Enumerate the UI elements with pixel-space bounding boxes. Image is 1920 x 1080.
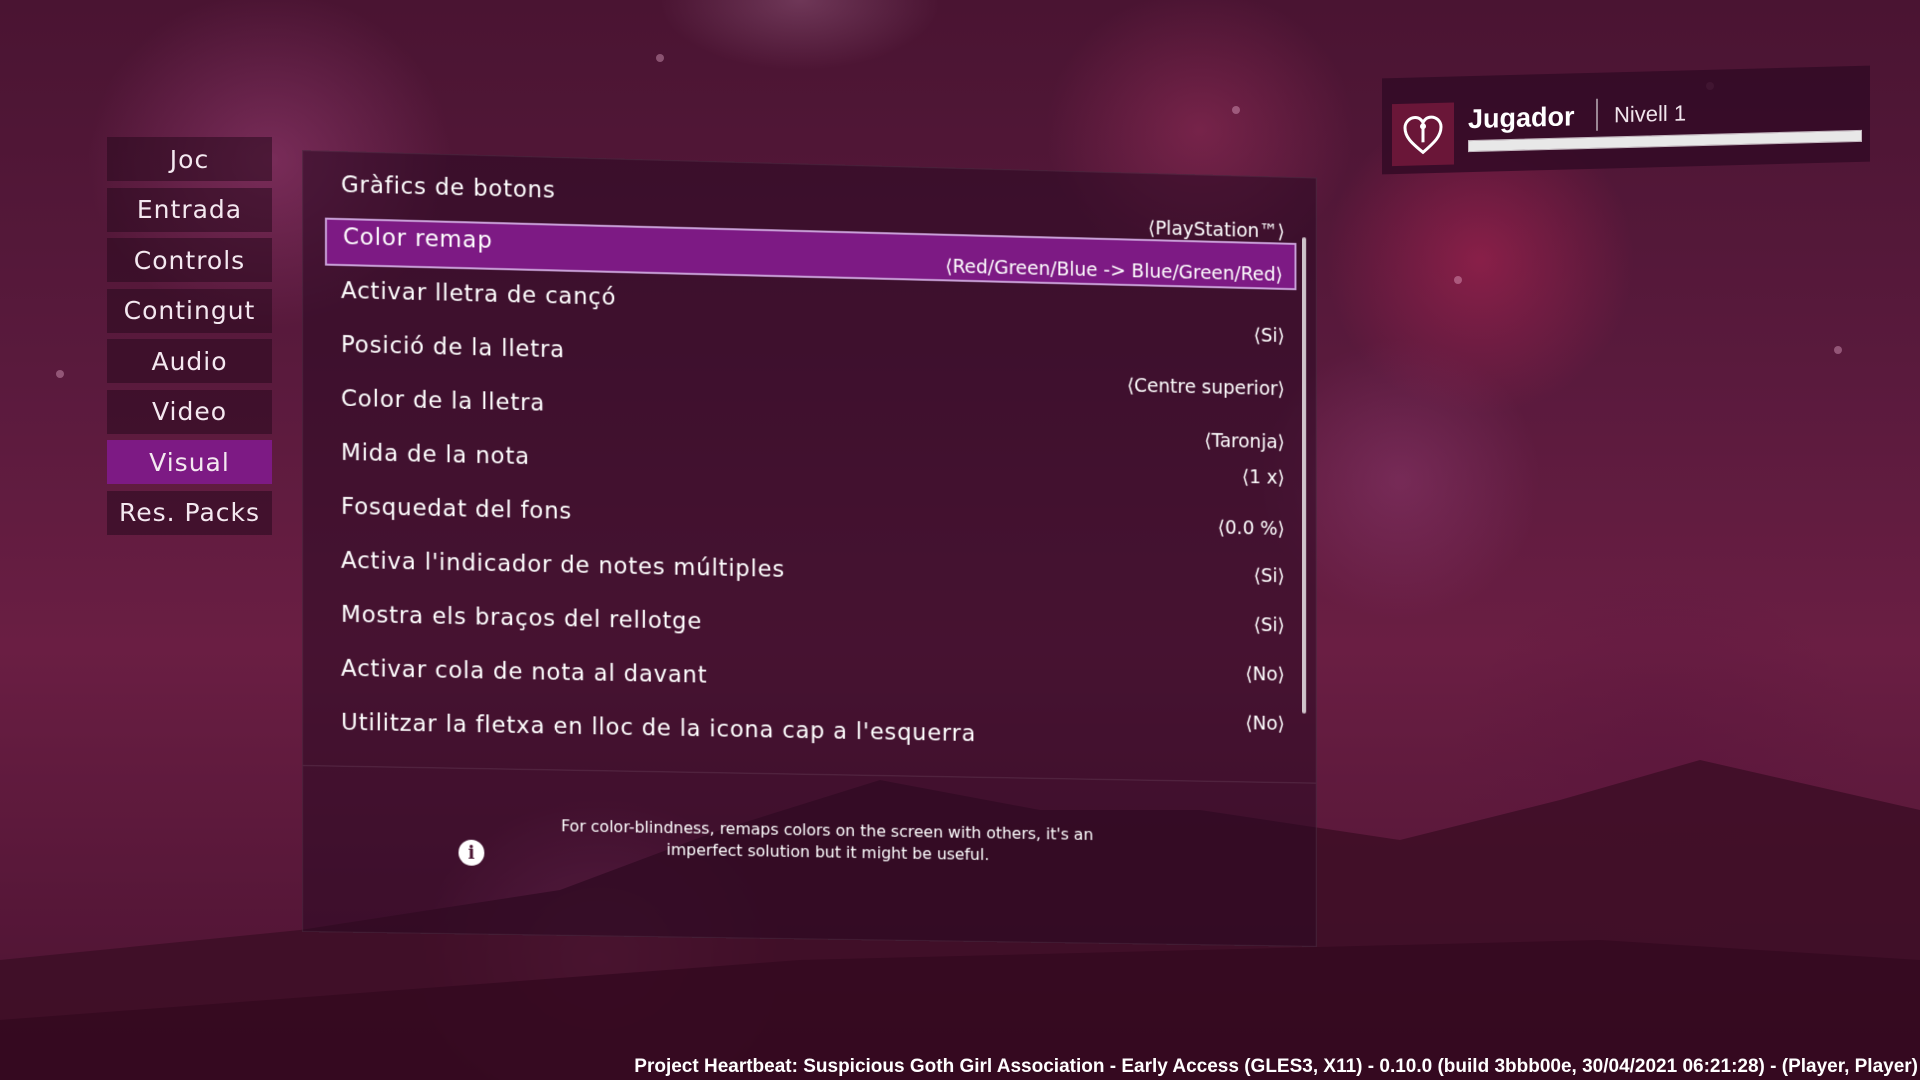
background-dot xyxy=(1232,106,1240,114)
setting-label: Activar cola de nota al davant xyxy=(341,656,707,689)
setting-value[interactable]: ⟨Taronja⟩ xyxy=(1204,430,1284,454)
background-dot xyxy=(1834,346,1842,354)
setting-value[interactable]: ⟨Centre superior⟩ xyxy=(1127,375,1285,400)
background-dot xyxy=(656,54,664,62)
sidebar-item-audio[interactable]: Audio xyxy=(107,339,272,383)
player-name: Jugador xyxy=(1468,101,1575,135)
xp-progress-fill xyxy=(1469,131,1861,151)
sidebar-item-label: Joc xyxy=(170,145,209,174)
setting-value[interactable]: ⟨Si⟩ xyxy=(1254,325,1285,347)
setting-label: Color de la lletra xyxy=(341,386,545,417)
setting-label: Mostra els braços del rellotge xyxy=(341,602,702,635)
setting-value[interactable]: ⟨No⟩ xyxy=(1245,712,1284,734)
build-info-footer: Project Heartbeat: Suspicious Goth Girl … xyxy=(634,1054,1918,1080)
settings-list: Gràfics de botons ⟨PlayStation™⟩ Color r… xyxy=(303,151,1316,779)
settings-scrollbar[interactable] xyxy=(1302,237,1306,713)
heart-shield-icon xyxy=(1401,112,1445,157)
setting-description: For color-blindness, remaps colors on th… xyxy=(542,815,1112,868)
background-dot xyxy=(1454,276,1462,284)
sidebar-item-video[interactable]: Video xyxy=(107,390,272,434)
setting-label: Activar lletra de cançó xyxy=(341,278,616,311)
setting-value[interactable]: ⟨1 x⟩ xyxy=(1242,466,1285,489)
player-card: Jugador Nivell 1 xyxy=(1382,66,1870,175)
setting-value[interactable]: ⟨0.0 %⟩ xyxy=(1218,517,1285,540)
setting-label: Color remap xyxy=(343,224,493,254)
sidebar-item-label: Contingut xyxy=(124,296,256,325)
sidebar-item-joc[interactable]: Joc xyxy=(107,137,272,181)
sidebar-item-label: Res. Packs xyxy=(119,498,260,527)
setting-label: Posició de la lletra xyxy=(341,332,565,363)
info-icon: i xyxy=(459,840,485,866)
player-avatar xyxy=(1392,103,1454,167)
background-dot xyxy=(56,370,64,378)
sidebar-item-controls[interactable]: Controls xyxy=(107,238,272,282)
settings-category-sidebar: Joc Entrada Controls Contingut Audio Vid… xyxy=(107,137,272,541)
setting-label: Mida de la nota xyxy=(341,440,530,470)
setting-label: Activa l'indicador de notes múltiples xyxy=(341,548,785,583)
setting-label: Utilitzar la fletxa en lloc de la icona … xyxy=(341,710,976,747)
setting-label: Fosquedat del fons xyxy=(341,494,572,525)
setting-value[interactable]: ⟨No⟩ xyxy=(1245,663,1284,685)
player-level: Nivell 1 xyxy=(1614,100,1686,128)
sidebar-item-label: Video xyxy=(152,397,227,426)
setting-value[interactable]: ⟨Si⟩ xyxy=(1254,614,1285,636)
sidebar-item-entrada[interactable]: Entrada xyxy=(107,188,272,232)
setting-label: Gràfics de botons xyxy=(341,172,556,204)
setting-value[interactable]: ⟨Si⟩ xyxy=(1254,565,1285,587)
sidebar-item-label: Visual xyxy=(149,448,230,477)
name-separator xyxy=(1596,99,1598,131)
sidebar-item-visual[interactable]: Visual xyxy=(107,440,272,484)
sidebar-item-res-packs[interactable]: Res. Packs xyxy=(107,491,272,535)
sidebar-item-label: Audio xyxy=(151,347,227,376)
setting-value[interactable]: ⟨Red/Green/Blue -> Blue/Green/Red⟩ xyxy=(945,256,1283,286)
settings-panel: Gràfics de botons ⟨PlayStation™⟩ Color r… xyxy=(302,150,1317,947)
sidebar-item-label: Entrada xyxy=(137,195,242,224)
sidebar-item-contingut[interactable]: Contingut xyxy=(107,289,272,333)
sidebar-item-label: Controls xyxy=(134,246,245,275)
